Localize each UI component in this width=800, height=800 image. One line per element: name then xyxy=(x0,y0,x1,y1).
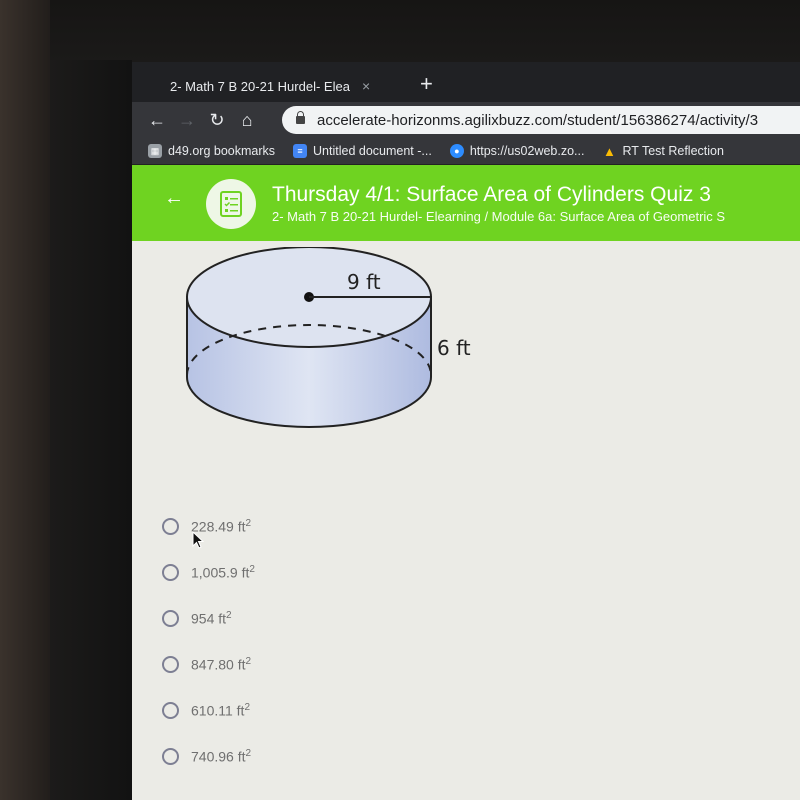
quiz-icon xyxy=(206,179,256,229)
bookmark-label: d49.org bookmarks xyxy=(168,144,276,158)
choice-label: 610.11 ft xyxy=(191,702,245,719)
bookmark-label: https://us02web.zo... xyxy=(469,144,585,158)
exponent: 2 xyxy=(244,701,251,713)
activity-header: ← Thursday 4/1: Surface Area of Cylinder… xyxy=(132,165,800,241)
radio-button[interactable] xyxy=(162,517,179,535)
bookmarks-bar: ▦ d49.org bookmarks ≡ Untitled document … xyxy=(132,138,800,165)
bookmark-untitled-document[interactable]: ≡ Untitled document -... xyxy=(293,144,432,158)
choice-label: 954 ft xyxy=(191,610,227,627)
browser-tab[interactable]: 2- Math 7 B 20-21 Hurdel- Elearn × xyxy=(170,70,396,102)
choice-label: 1,005.9 ft xyxy=(191,564,250,581)
radio-button[interactable] xyxy=(162,747,179,765)
docs-icon: ≡ xyxy=(293,144,308,158)
breadcrumb[interactable]: 2- Math 7 B 20-21 Hurdel- Elearning / Mo… xyxy=(272,209,725,224)
close-tab-icon[interactable]: × xyxy=(362,78,370,94)
mouse-cursor-icon xyxy=(192,531,205,549)
choice-2[interactable]: 1,005.9 ft2 xyxy=(162,549,255,595)
radio-button[interactable] xyxy=(162,655,179,673)
exponent: 2 xyxy=(245,655,252,667)
tab-strip: 2- Math 7 B 20-21 Hurdel- Elearn × + xyxy=(132,62,800,102)
exponent: 2 xyxy=(245,747,252,759)
cylinder-figure: 9 ft 6 ft xyxy=(182,246,502,452)
radio-button[interactable] xyxy=(162,563,179,581)
radius-label: 9 ft xyxy=(347,270,381,294)
exponent: 2 xyxy=(245,517,252,529)
drive-icon: ▲ xyxy=(603,143,616,159)
back-arrow-icon[interactable]: ← xyxy=(142,110,172,131)
answer-choices: 228.49 ft2 1,005.9 ft2 954 ft2 847.80 ft… xyxy=(162,503,255,779)
radio-button[interactable] xyxy=(162,609,179,627)
bookmark-rt-test-reflection[interactable]: ▲ RT Test Reflection xyxy=(602,143,724,159)
height-label: 6 ft xyxy=(437,336,471,360)
choice-3[interactable]: 954 ft2 xyxy=(162,595,255,641)
choice-4[interactable]: 847.80 ft2 xyxy=(162,641,255,687)
choice-6[interactable]: 740.96 ft2 xyxy=(162,733,255,779)
exponent: 2 xyxy=(226,609,232,621)
browser-window: 2- Math 7 B 20-21 Hurdel- Elearn × + ← →… xyxy=(132,62,800,800)
back-arrow-icon[interactable]: ← xyxy=(164,187,184,210)
forward-arrow-icon[interactable]: → xyxy=(172,110,202,131)
choice-label: 740.96 ft xyxy=(191,748,246,765)
page-title: Thursday 4/1: Surface Area of Cylinders … xyxy=(272,183,711,206)
choice-5[interactable]: 610.11 ft2 xyxy=(162,687,255,733)
zoom-icon: ● xyxy=(449,144,464,158)
quiz-content: 9 ft 6 ft 228.49 ft2 1,005.9 ft2 954 ft2… xyxy=(132,241,800,800)
reload-icon[interactable]: ↻ xyxy=(202,110,232,131)
address-bar[interactable]: accelerate-horizonms.agilixbuzz.com/stud… xyxy=(282,106,800,134)
choice-label: 847.80 ft xyxy=(191,656,246,673)
url-text[interactable]: accelerate-horizonms.agilixbuzz.com/stud… xyxy=(317,112,758,129)
browser-toolbar: ← → ↻ ⌂ accelerate-horizonms.agilixbuzz.… xyxy=(132,102,800,138)
tab-title: 2- Math 7 B 20-21 Hurdel- Elearn xyxy=(170,78,350,94)
bookmark-label: RT Test Reflection xyxy=(622,144,724,158)
radio-button[interactable] xyxy=(162,701,179,719)
home-icon[interactable]: ⌂ xyxy=(232,110,262,131)
lock-icon xyxy=(296,111,305,124)
bookmark-d49[interactable]: ▦ d49.org bookmarks xyxy=(148,144,275,158)
laptop-bezel-side xyxy=(50,60,132,800)
laptop-bezel-top xyxy=(50,0,800,62)
exponent: 2 xyxy=(249,563,255,575)
choice-1[interactable]: 228.49 ft2 xyxy=(162,503,255,549)
bookmark-label: Untitled document -... xyxy=(313,144,432,158)
folder-icon: ▦ xyxy=(148,144,162,158)
bookmark-zoom[interactable]: ● https://us02web.zo... xyxy=(449,144,585,158)
new-tab-button[interactable]: + xyxy=(420,71,433,97)
